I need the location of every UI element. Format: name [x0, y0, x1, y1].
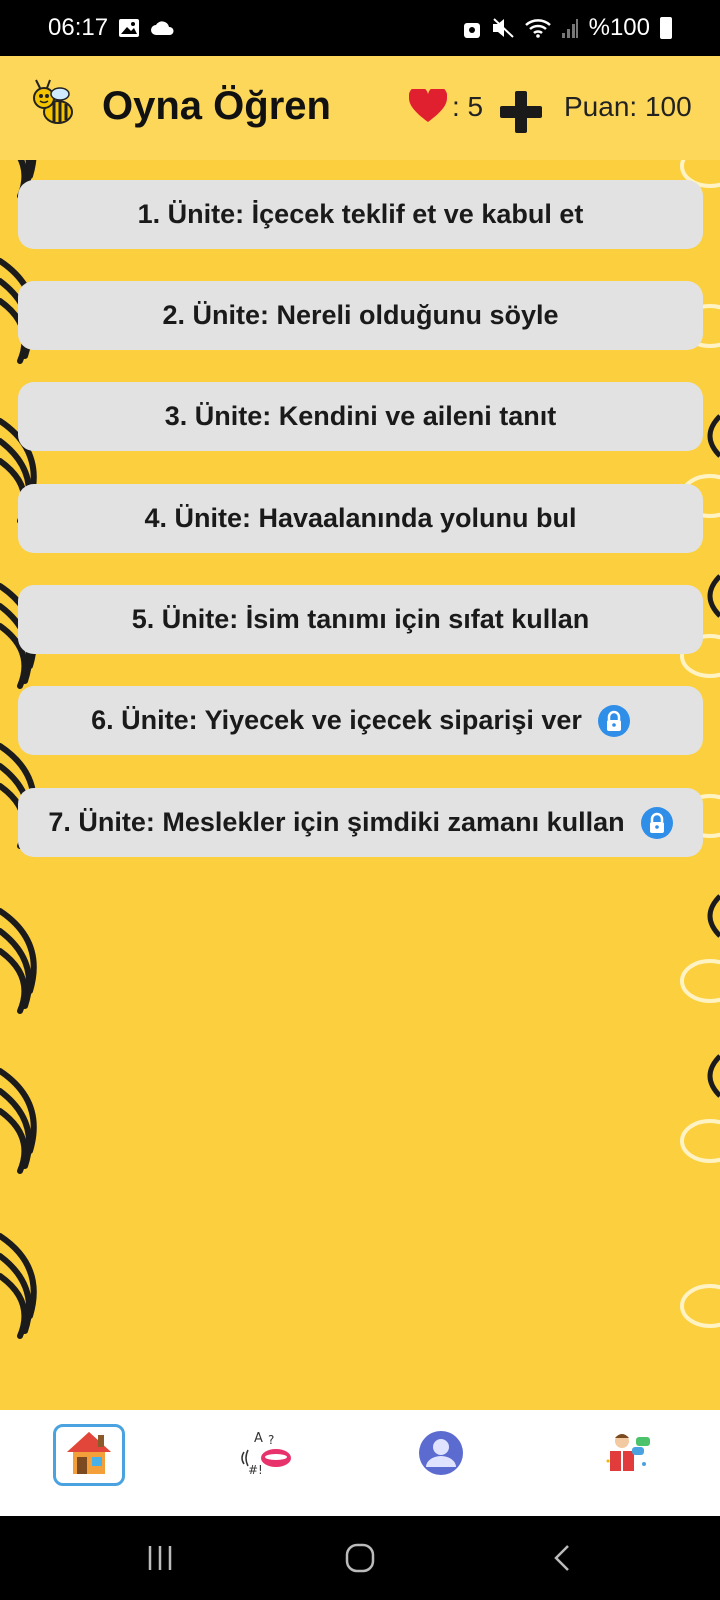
unit-label: 1. Ünite: İçecek teklif et ve kabul et: [137, 199, 584, 229]
svg-text:A: A: [254, 1431, 263, 1446]
lives-count: : 5: [452, 91, 484, 122]
unit-card-7[interactable]: 7. Ünite: Meslekler için şimdiki zamanı …: [18, 788, 703, 857]
system-navigation-bar: [0, 1516, 720, 1600]
score-text: Puan: 100: [564, 91, 692, 122]
clock: 06:17: [48, 14, 109, 41]
bottom-navigation: A ? #!: [0, 1410, 720, 1516]
nav-learn[interactable]: [593, 1424, 665, 1486]
battery-percentage: %100: [588, 14, 650, 41]
unit-label: 4. Ünite: Havaalanında yolunu bul: [144, 503, 577, 533]
mute-icon: [491, 17, 515, 39]
main-content: Oyna Öğren : 5 Puan: 100 1. Ünite: İçece…: [0, 56, 720, 1410]
app-title: Oyna Öğren: [102, 84, 331, 128]
lock-icon: [640, 806, 673, 839]
nav-home[interactable]: [53, 1424, 125, 1486]
back-icon[interactable]: [542, 1538, 582, 1578]
app-header: Oyna Öğren : 5 Puan: 100: [0, 56, 720, 160]
user-icon: [418, 1430, 464, 1481]
unit-card-5[interactable]: 5. Ünite: İsim tanımı için sıfat kullan: [18, 585, 703, 654]
svg-text:#!: #!: [248, 1463, 263, 1477]
image-icon: [118, 18, 140, 38]
home-icon: [65, 1430, 113, 1481]
wifi-icon: [524, 18, 551, 38]
svg-text:?: ?: [268, 1433, 274, 1447]
unit-label: 2. Ünite: Nereli olduğunu söyle: [162, 300, 559, 330]
recent-apps-icon[interactable]: [140, 1538, 180, 1578]
unit-card-3[interactable]: 3. Ünite: Kendini ve aileni tanıt: [18, 382, 703, 451]
signal-icon: [561, 18, 579, 38]
book-learner-icon: [604, 1431, 654, 1480]
heart-icon: [408, 86, 448, 128]
lock-icon: [597, 704, 630, 737]
speaking-icon: A ? #!: [238, 1428, 294, 1483]
cloud-icon: [150, 20, 176, 36]
bee-logo-icon: [30, 78, 76, 130]
unit-label: 3. Ünite: Kendini ve aileni tanıt: [164, 401, 557, 431]
unit-label: 6. Ünite: Yiyecek ve içecek siparişi ver: [91, 705, 582, 735]
unit-label: 5. Ünite: İsim tanımı için sıfat kullan: [131, 604, 590, 634]
unit-card-6[interactable]: 6. Ünite: Yiyecek ve içecek siparişi ver: [18, 686, 703, 755]
unit-card-4[interactable]: 4. Ünite: Havaalanında yolunu bul: [18, 484, 703, 553]
status-bar: 06:17 %100: [0, 0, 720, 56]
unit-label: 7. Ünite: Meslekler için şimdiki zamanı …: [48, 807, 625, 837]
unit-card-2[interactable]: 2. Ünite: Nereli olduğunu söyle: [18, 281, 703, 350]
security-icon: [463, 17, 481, 39]
battery-icon: [660, 17, 672, 39]
home-button-icon[interactable]: [340, 1538, 380, 1578]
nav-pronunciation[interactable]: A ? #!: [230, 1424, 302, 1486]
unit-card-1[interactable]: 1. Ünite: İçecek teklif et ve kabul et: [18, 180, 703, 249]
plus-icon[interactable]: [500, 91, 542, 138]
nav-profile[interactable]: [405, 1424, 477, 1486]
